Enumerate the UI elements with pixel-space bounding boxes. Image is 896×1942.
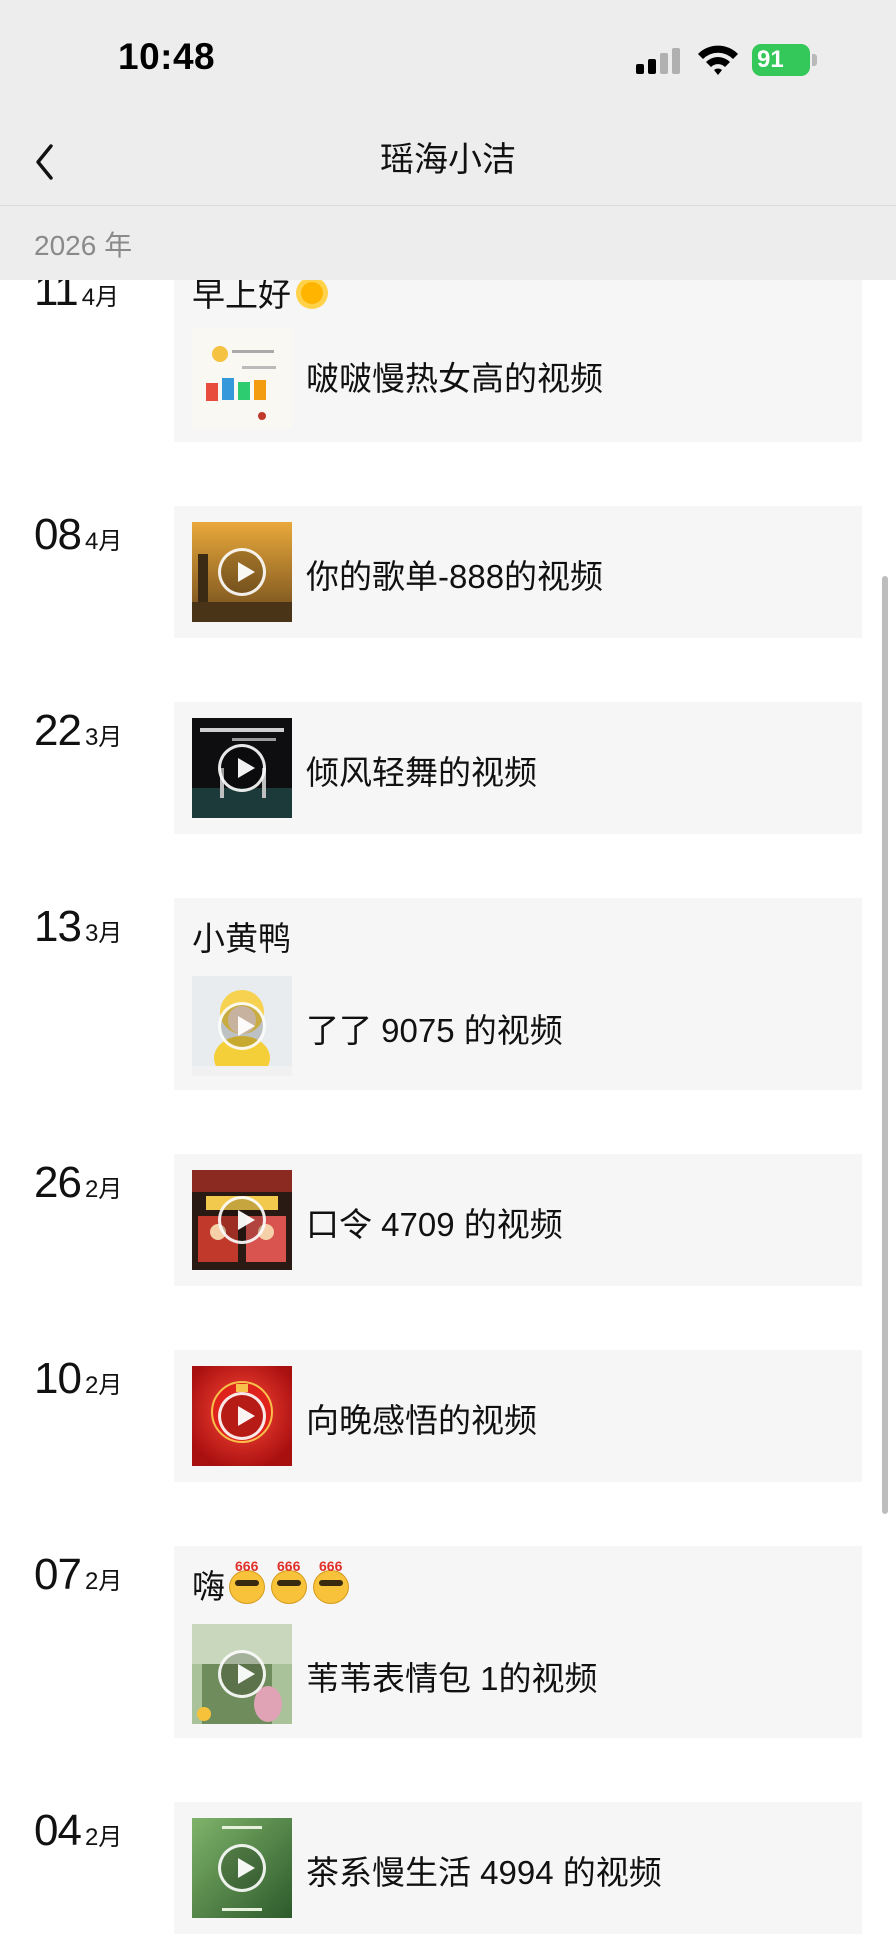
back-button[interactable]	[24, 134, 80, 190]
play-icon	[218, 1392, 266, 1440]
video-title: 苇苇表情包 1的视频	[306, 1660, 598, 1697]
post-card[interactable]: 小黄鸭 了了 9075 的视频	[174, 898, 862, 1090]
entry-date: 07 2月	[34, 1550, 123, 1599]
smug-666-emoji-icon: 666	[311, 1558, 351, 1604]
post-card[interactable]: 早上好 啵啵慢热女高的视频	[174, 262, 862, 442]
smug-666-emoji-icon: 666	[227, 1558, 267, 1604]
status-bar: 10:48 91	[0, 0, 896, 120]
entry-date: 08 4月	[34, 510, 123, 559]
play-icon	[218, 1650, 266, 1698]
timeline-list: 11 4月 早上好 啵啵慢热女高的视频 08 4月 你的歌单-888的视频 22…	[0, 0, 896, 1942]
post-card[interactable]: 倾风轻舞的视频	[174, 702, 862, 834]
thumbnail-image	[192, 328, 292, 428]
video-title: 啵啵慢热女高的视频	[306, 360, 603, 397]
entry-date: 04 2月	[34, 1806, 123, 1855]
post-card[interactable]: 茶系慢生活 4994 的视频	[174, 1802, 862, 1934]
play-icon	[218, 1844, 266, 1892]
battery-level: 91	[752, 44, 810, 76]
video-title: 你的歌单-888的视频	[306, 558, 604, 595]
post-card[interactable]: 口令 4709 的视频	[174, 1154, 862, 1286]
entry-date: 26 2月	[34, 1158, 123, 1207]
post-card[interactable]: 向晚感悟的视频	[174, 1350, 862, 1482]
play-icon	[218, 1196, 266, 1244]
page-title: 瑶海小洁	[380, 141, 516, 179]
play-icon	[218, 548, 266, 596]
entry-date: 22 3月	[34, 706, 123, 755]
video-thumbnail[interactable]	[192, 1818, 292, 1918]
video-thumbnail[interactable]	[192, 1366, 292, 1466]
year-label: 2026 年	[34, 230, 133, 261]
nav-bar: 瑶海小洁	[0, 120, 896, 206]
video-thumbnail[interactable]	[192, 328, 292, 428]
chevron-left-icon	[36, 144, 53, 180]
cellular-signal-icon	[636, 48, 680, 74]
wifi-icon	[698, 45, 738, 75]
video-title: 茶系慢生活 4994 的视频	[306, 1854, 662, 1891]
video-thumbnail[interactable]	[192, 522, 292, 622]
battery-cap	[812, 54, 817, 66]
video-title: 倾风轻舞的视频	[306, 754, 537, 791]
smug-666-emoji-icon: 666	[269, 1558, 309, 1604]
video-title: 了了 9075 的视频	[306, 1012, 563, 1049]
post-caption: 嗨 666 666 666	[192, 1558, 351, 1608]
post-caption: 小黄鸭	[192, 920, 291, 957]
battery-charging-icon: 91	[752, 44, 818, 76]
video-title: 口令 4709 的视频	[306, 1206, 563, 1243]
year-header: 2026 年	[0, 206, 896, 280]
entry-date: 13 3月	[34, 902, 123, 951]
post-card[interactable]: 你的歌单-888的视频	[174, 506, 862, 638]
play-icon	[218, 744, 266, 792]
video-thumbnail[interactable]	[192, 976, 292, 1076]
status-time: 10:48	[118, 36, 216, 77]
video-thumbnail[interactable]	[192, 1624, 292, 1724]
video-title: 向晚感悟的视频	[306, 1402, 537, 1439]
scrollbar[interactable]	[882, 576, 888, 1514]
post-card[interactable]: 嗨 666 666 666 苇苇表情包 1的视频	[174, 1546, 862, 1738]
video-thumbnail[interactable]	[192, 718, 292, 818]
video-thumbnail[interactable]	[192, 1170, 292, 1270]
play-icon	[218, 1002, 266, 1050]
entry-date: 10 2月	[34, 1354, 123, 1403]
